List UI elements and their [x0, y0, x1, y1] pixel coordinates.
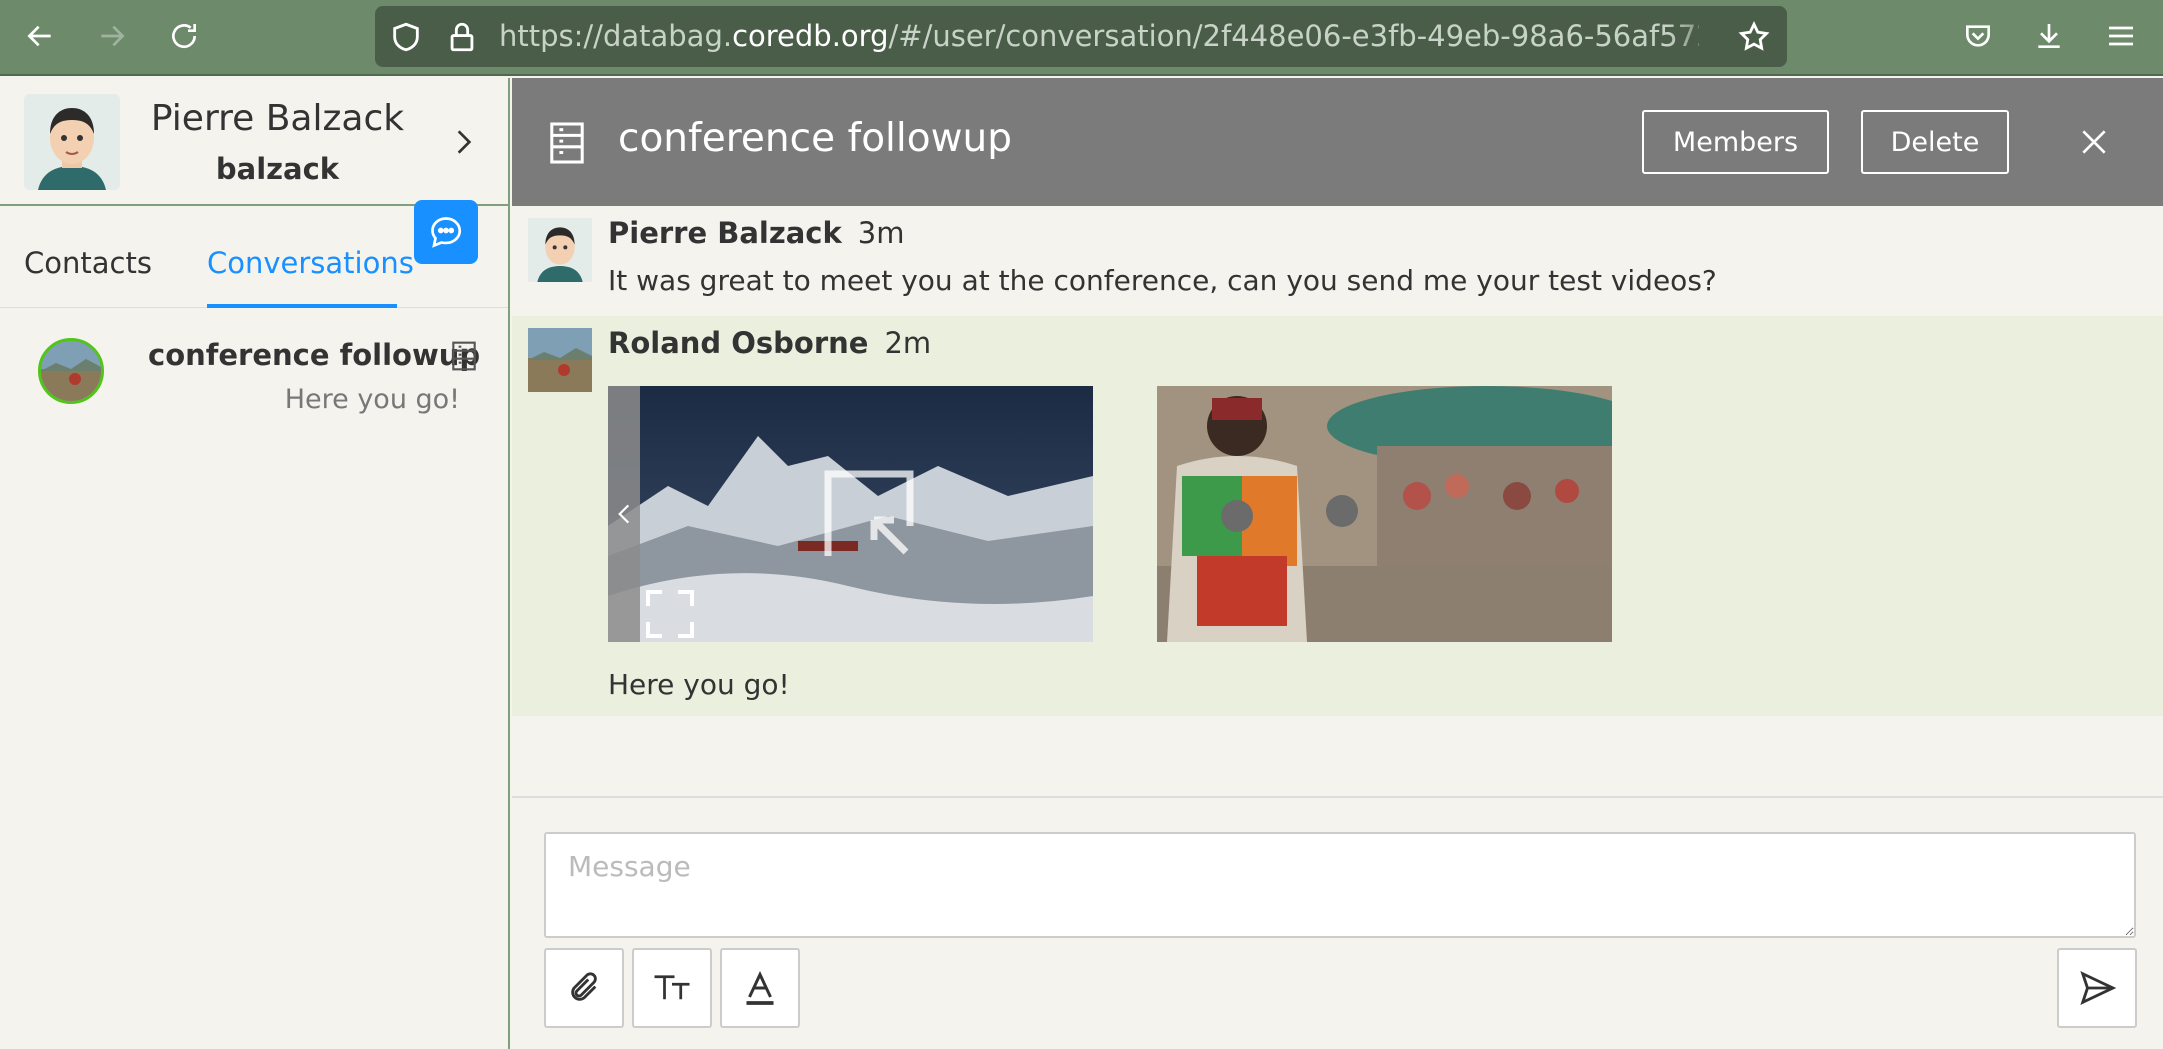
profile-identity[interactable]: Pierre Balzack balzack	[0, 78, 508, 206]
performer-image	[1157, 386, 1612, 642]
conversation-title: conference followup	[148, 338, 481, 372]
url-bar[interactable]: https://databag.coredb.org/#/user/conver…	[375, 6, 1787, 67]
group-conversation-icon	[550, 122, 584, 164]
font-color-icon	[746, 970, 774, 1005]
image-thumbnail-performer[interactable]	[1157, 386, 1612, 642]
avatar	[528, 328, 592, 392]
chevron-right-icon[interactable]	[448, 124, 480, 160]
shield-icon[interactable]	[389, 20, 423, 54]
tab-contacts[interactable]: Contacts	[24, 246, 152, 280]
lock-icon[interactable]	[445, 20, 479, 54]
download-icon[interactable]	[2027, 14, 2071, 58]
fullscreen-icon[interactable]	[646, 590, 694, 638]
font-color-button[interactable]	[720, 948, 800, 1028]
font-size-icon	[654, 975, 690, 1000]
chat-bubble-icon	[431, 217, 462, 248]
conversation-header-title: conference followup	[618, 116, 1012, 161]
pocket-icon[interactable]	[1956, 14, 2000, 58]
conversation-preview: Here you go!	[284, 384, 460, 415]
message-composer	[512, 796, 2163, 1049]
avatar	[24, 94, 120, 190]
message-time: 2m	[884, 326, 932, 360]
conversation-header: conference followup Members Delete	[512, 78, 2163, 206]
active-tab-indicator	[207, 304, 397, 308]
carousel-prev-button[interactable]	[608, 386, 640, 642]
browser-toolbar: https://databag.coredb.org/#/user/conver…	[0, 0, 2163, 76]
send-button[interactable]	[2057, 948, 2137, 1028]
forward-icon[interactable]	[90, 14, 134, 58]
message-text: It was great to meet you at the conferen…	[608, 264, 1717, 297]
members-button[interactable]: Members	[1642, 110, 1829, 174]
message-item: Roland Osborne 2m Here you go!	[512, 316, 2163, 716]
message-input[interactable]	[544, 832, 2136, 938]
expand-link-icon[interactable]	[824, 470, 914, 560]
delete-button[interactable]: Delete	[1861, 110, 2009, 174]
profile-handle: balzack	[215, 152, 340, 186]
video-thumbnail-mountains[interactable]	[608, 386, 1093, 642]
message-author: Pierre Balzack 3m	[608, 216, 905, 250]
reload-icon[interactable]	[162, 14, 206, 58]
avatar	[528, 218, 592, 282]
font-size-button[interactable]	[632, 948, 712, 1028]
message-text: Here you go!	[608, 668, 790, 701]
message-thread: Pierre Balzack 3m It was great to meet yo…	[512, 206, 2163, 796]
back-icon[interactable]	[18, 14, 62, 58]
message-author: Roland Osborne 2m	[608, 326, 932, 360]
new-conversation-button[interactable]	[414, 200, 478, 264]
send-icon	[2080, 971, 2116, 1005]
profile-name: Pierre Balzack	[150, 98, 405, 139]
message-time: 3m	[857, 216, 905, 250]
tab-conversations[interactable]: Conversations	[207, 246, 414, 280]
paperclip-icon	[571, 972, 597, 1001]
url-text: https://databag.coredb.org/#/user/conver…	[499, 19, 1699, 53]
chevron-left-icon	[618, 504, 630, 524]
attach-button[interactable]	[544, 948, 624, 1028]
conversation-list-item[interactable]: conference followup Here you go!	[0, 318, 508, 428]
close-icon[interactable]	[2078, 126, 2110, 158]
sidebar: Pierre Balzack balzack Contacts Conversa…	[0, 78, 510, 1049]
message-item: Pierre Balzack 3m It was great to meet yo…	[512, 206, 2163, 316]
bookmark-star-icon[interactable]	[1737, 20, 1771, 54]
menu-icon[interactable]	[2099, 14, 2143, 58]
group-conversation-icon	[452, 341, 476, 371]
conversation-avatar	[38, 338, 104, 404]
